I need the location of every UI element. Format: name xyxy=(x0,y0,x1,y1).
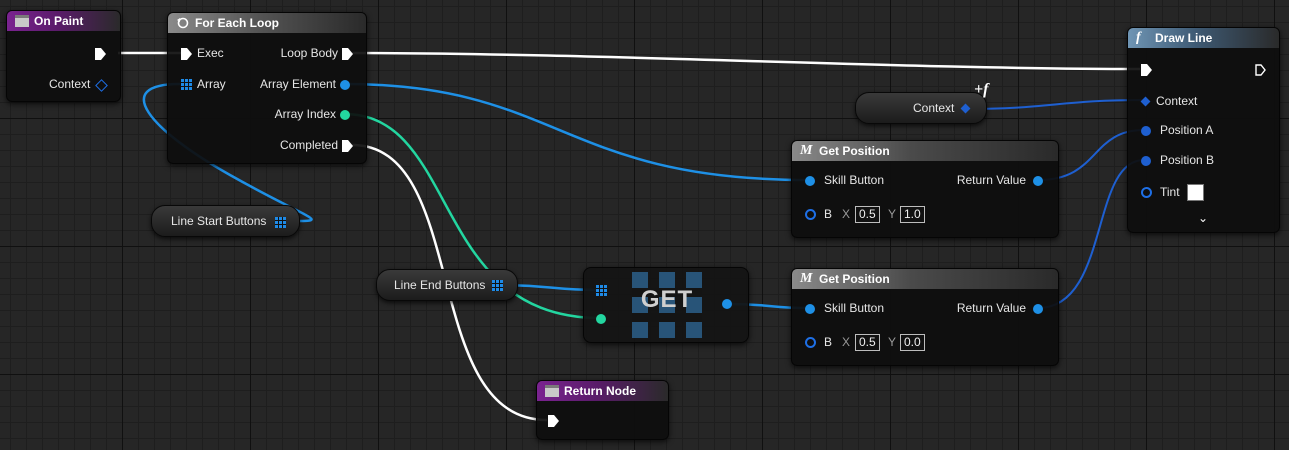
context-var-label: Context xyxy=(913,101,955,115)
get-position-node-2[interactable]: M Get Position Skill Button Return Value… xyxy=(791,268,1059,366)
chevron-down-icon[interactable]: ⌄ xyxy=(1198,211,1208,225)
return-value-out-pin[interactable] xyxy=(1033,304,1043,314)
macro-icon: M xyxy=(800,143,813,158)
y-value-field[interactable]: 0.0 xyxy=(900,334,925,351)
macro-icon: M xyxy=(800,271,813,286)
line-end-buttons-var[interactable]: Line End Buttons xyxy=(376,269,518,301)
exec-in-pin[interactable] xyxy=(181,48,192,60)
context-in-pin[interactable] xyxy=(1140,96,1151,107)
draw-line-header: f Draw Line xyxy=(1128,28,1279,48)
return-node[interactable]: Return Node xyxy=(536,380,669,440)
wire-exec-loopbody-drawline xyxy=(351,51,1141,71)
event-icon xyxy=(545,385,559,397)
get-index-in-pin[interactable] xyxy=(596,314,606,324)
context-out-pin[interactable] xyxy=(95,79,108,92)
tint-in-pin[interactable] xyxy=(1141,187,1152,198)
exec-out-pin[interactable] xyxy=(95,48,106,60)
context-var[interactable]: Context +f xyxy=(855,81,988,124)
b-label: B xyxy=(824,207,833,221)
tint-label: Tint xyxy=(1160,185,1180,199)
exec-in-pin[interactable] xyxy=(1141,64,1152,76)
array-out-pin[interactable] xyxy=(492,280,503,291)
array-out-pin[interactable] xyxy=(275,217,286,228)
loop-macro-icon xyxy=(177,17,189,29)
b-in-pin[interactable] xyxy=(805,209,816,220)
context-label: Context xyxy=(49,77,91,91)
line-start-buttons-label: Line Start Buttons xyxy=(171,214,267,228)
draw-line-node[interactable]: f Draw Line Context Position A Position … xyxy=(1127,27,1280,233)
exec-out-pin[interactable] xyxy=(1255,64,1266,76)
tint-color-swatch[interactable] xyxy=(1187,184,1204,201)
event-icon xyxy=(15,15,29,27)
x-value-field[interactable]: 0.5 xyxy=(855,206,880,223)
for-each-loop-title: For Each Loop xyxy=(195,16,279,30)
on-paint-header: On Paint xyxy=(7,11,120,31)
array-in-pin[interactable] xyxy=(181,79,192,90)
draw-line-title: Draw Line xyxy=(1155,31,1213,45)
x-axis-label: X xyxy=(842,335,851,349)
context-out-pin[interactable] xyxy=(960,103,971,114)
position-b-label: Position B xyxy=(1160,153,1215,167)
for-each-loop-node[interactable]: For Each Loop Exec Array Loop Body Array… xyxy=(167,12,367,164)
y-axis-label: Y xyxy=(888,207,897,221)
get-label: GET xyxy=(640,286,694,313)
position-b-in-pin[interactable] xyxy=(1141,156,1151,166)
function-context-icon: +f xyxy=(974,81,989,98)
get-position-title: Get Position xyxy=(819,144,890,158)
skill-button-label: Skill Button xyxy=(824,301,885,315)
b-in-pin[interactable] xyxy=(805,337,816,348)
get-array-in-pin[interactable] xyxy=(596,285,607,296)
get-out-pin[interactable] xyxy=(722,299,732,309)
loop-body-out-pin[interactable] xyxy=(342,48,353,60)
array-index-label: Array Index xyxy=(274,107,336,121)
loop-body-label: Loop Body xyxy=(280,46,338,60)
return-node-title: Return Node xyxy=(564,384,636,398)
get-array-node[interactable]: GET xyxy=(583,267,749,343)
get-position-header: M Get Position xyxy=(792,269,1058,289)
skill-button-in-pin[interactable] xyxy=(805,176,815,186)
b-label: B xyxy=(824,335,833,349)
y-axis-label: Y xyxy=(888,335,897,349)
exec-label: Exec xyxy=(197,46,224,60)
skill-button-in-pin[interactable] xyxy=(805,304,815,314)
completed-out-pin[interactable] xyxy=(342,140,353,152)
position-a-label: Position A xyxy=(1160,123,1214,137)
line-start-buttons-var[interactable]: Line Start Buttons xyxy=(151,205,300,237)
y-value-field[interactable]: 1.0 xyxy=(900,206,925,223)
line-end-buttons-label: Line End Buttons xyxy=(394,278,486,292)
x-value-field[interactable]: 0.5 xyxy=(855,334,880,351)
skill-button-label: Skill Button xyxy=(824,173,885,187)
array-label: Array xyxy=(197,77,226,91)
completed-label: Completed xyxy=(279,138,338,152)
get-position-title: Get Position xyxy=(819,272,890,286)
wire-context-drawline xyxy=(964,99,1145,110)
wire-element-getpos1 xyxy=(343,82,810,182)
array-index-out-pin[interactable] xyxy=(340,110,350,120)
on-paint-node[interactable]: On Paint Context xyxy=(6,10,121,102)
on-paint-title: On Paint xyxy=(34,14,84,28)
return-value-label: Return Value xyxy=(956,301,1026,315)
position-a-in-pin[interactable] xyxy=(1141,126,1151,136)
context-label: Context xyxy=(1156,94,1198,108)
array-element-out-pin[interactable] xyxy=(340,80,350,90)
return-node-header: Return Node xyxy=(537,381,668,401)
function-icon: f xyxy=(1136,30,1141,45)
return-value-out-pin[interactable] xyxy=(1033,176,1043,186)
exec-in-pin[interactable] xyxy=(548,415,559,427)
array-element-label: Array Element xyxy=(259,77,336,91)
for-each-loop-header: For Each Loop xyxy=(168,13,366,33)
x-axis-label: X xyxy=(842,207,851,221)
get-position-header: M Get Position xyxy=(792,141,1058,161)
return-value-label: Return Value xyxy=(956,173,1026,187)
get-position-node-1[interactable]: M Get Position Skill Button Return Value… xyxy=(791,140,1059,238)
